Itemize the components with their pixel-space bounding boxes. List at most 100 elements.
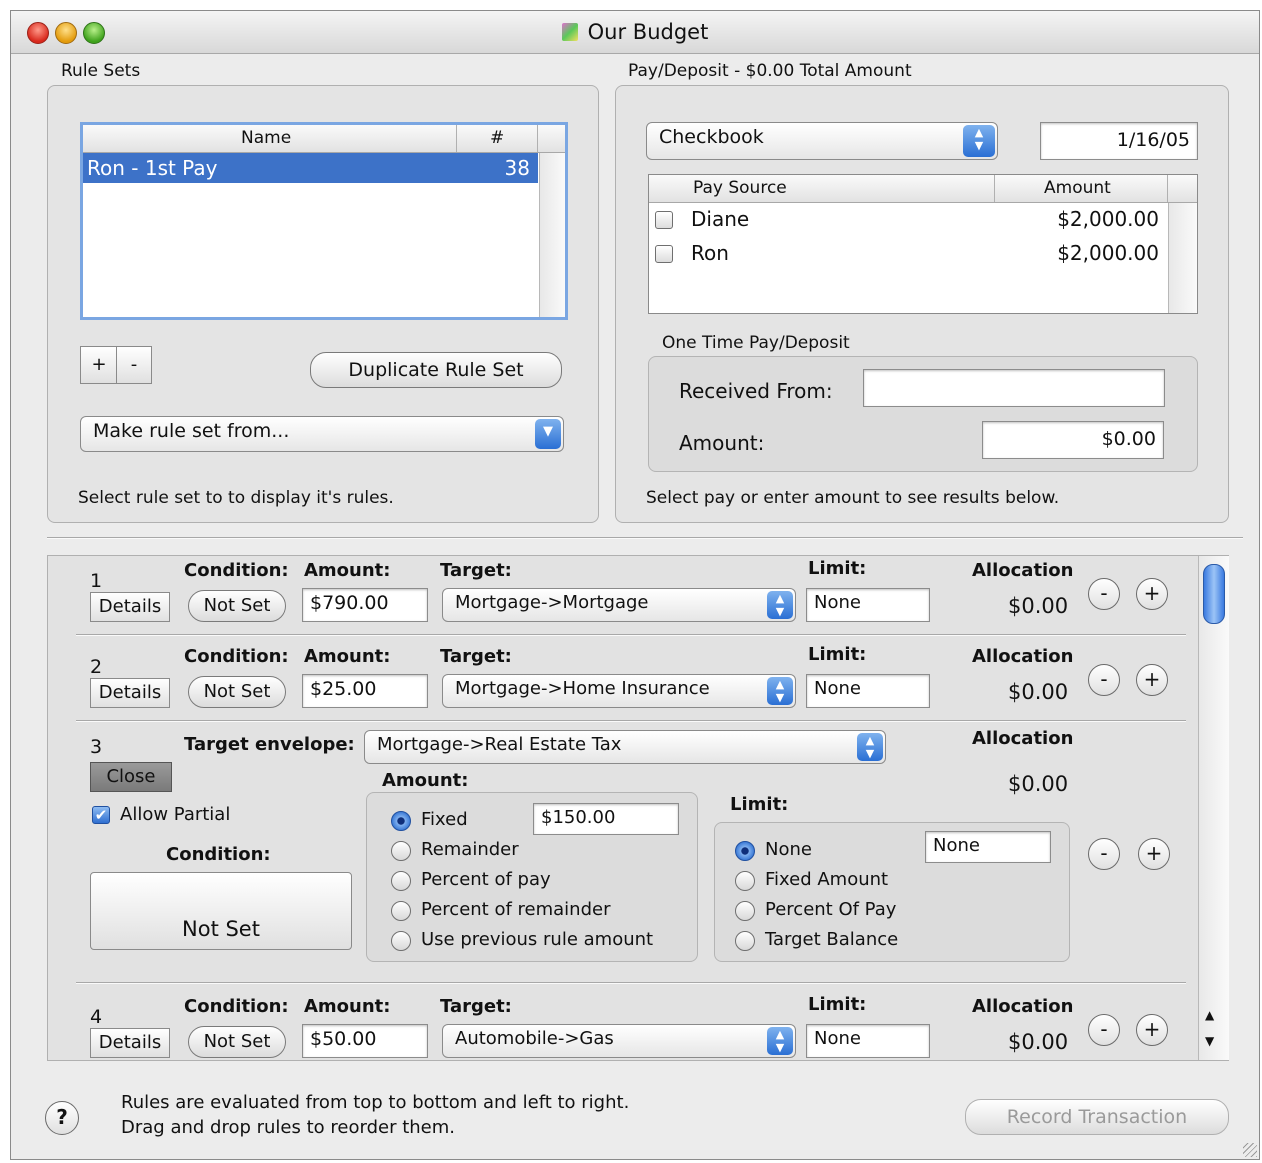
option-limit-none: None	[765, 839, 812, 860]
radio-percent-of-pay[interactable]	[391, 871, 411, 891]
target-value: Mortgage->Home Insurance	[455, 678, 710, 699]
radio-limit-target[interactable]	[735, 931, 755, 951]
remove-rule-button[interactable]: -	[1088, 838, 1120, 870]
details-button[interactable]: Details	[90, 678, 170, 708]
condition-button[interactable]: Not Set	[90, 872, 352, 950]
details-button[interactable]: Details	[90, 592, 170, 622]
limit-value-field[interactable]: None	[925, 831, 1051, 863]
pay-source-scrollbar[interactable]	[1168, 203, 1197, 313]
pay-source-row[interactable]: Diane $2,000.00	[649, 205, 1167, 235]
column-name[interactable]: Name	[241, 128, 291, 148]
column-amount[interactable]: Amount	[1044, 178, 1111, 198]
target-envelope-label: Target envelope:	[184, 734, 355, 755]
main-window: Our Budget Rule Sets Name # Ron - 1st Pa…	[10, 10, 1260, 1160]
divider	[47, 537, 1243, 539]
pay-source-checkbox[interactable]	[655, 211, 673, 229]
pay-deposit-hint: Select pay or enter amount to see result…	[646, 488, 1060, 508]
radio-percent-of-remainder[interactable]	[391, 901, 411, 921]
make-rule-set-from-value: Make rule set from...	[93, 420, 290, 442]
column-count[interactable]: #	[490, 128, 504, 148]
pay-source-row[interactable]: Ron $2,000.00	[649, 239, 1167, 269]
radio-fixed[interactable]	[391, 811, 411, 831]
help-button[interactable]: ?	[45, 1101, 79, 1135]
rule-row[interactable]: 2 Condition: Amount: Target: Limit: Allo…	[48, 642, 1198, 728]
radio-use-previous[interactable]	[391, 931, 411, 951]
option-limit-target: Target Balance	[765, 929, 899, 950]
add-rule-button[interactable]: +	[1136, 578, 1168, 610]
allocation-value: $0.00	[1008, 594, 1069, 618]
allocation-value: $0.00	[1008, 680, 1069, 704]
rule-sets-table[interactable]: Name # Ron - 1st Pay 38	[80, 122, 568, 320]
account-popup[interactable]: Checkbook ▲ ▼	[646, 122, 998, 160]
radio-limit-percent[interactable]	[735, 901, 755, 921]
limit-options-group: None None Fixed Amount Percent Of Pay Ta…	[714, 822, 1070, 962]
scroll-up-icon[interactable]: ▲	[1205, 1008, 1214, 1022]
add-rule-set-button[interactable]: +	[80, 346, 118, 384]
resize-grip-icon[interactable]	[1243, 1143, 1257, 1157]
condition-button[interactable]: Not Set	[188, 1026, 286, 1058]
amount-label: Amount:	[304, 646, 391, 667]
limit-label: Limit:	[808, 644, 867, 665]
remove-rule-button[interactable]: -	[1088, 578, 1120, 610]
record-transaction-button[interactable]: Record Transaction	[965, 1099, 1229, 1135]
remove-rule-button[interactable]: -	[1088, 664, 1120, 696]
target-envelope-popup[interactable]: Mortgage->Real Estate Tax ▲ ▼	[364, 730, 886, 764]
target-popup[interactable]: Mortgage->Mortgage ▲ ▼	[442, 588, 796, 622]
details-button[interactable]: Details	[90, 1028, 170, 1058]
pay-source-checkbox[interactable]	[655, 245, 673, 263]
one-time-amount-field[interactable]: $0.00	[982, 421, 1164, 459]
rule-set-row[interactable]: Ron - 1st Pay 38	[83, 153, 538, 183]
target-envelope-value: Mortgage->Real Estate Tax	[377, 734, 622, 755]
condition-button[interactable]: Not Set	[188, 590, 286, 622]
amount-field[interactable]: $25.00	[302, 674, 428, 708]
rule-row[interactable]: 1 Condition: Amount: Target: Limit: Allo…	[48, 556, 1198, 642]
target-popup[interactable]: Mortgage->Home Insurance ▲ ▼	[442, 674, 796, 708]
received-from-field[interactable]	[863, 369, 1165, 407]
rule-row[interactable]: 4 Condition: Amount: Target: Limit: Allo…	[48, 992, 1198, 1062]
option-limit-percent: Percent Of Pay	[765, 899, 897, 920]
add-rule-button[interactable]: +	[1138, 838, 1170, 870]
rule-sets-scrollbar[interactable]	[539, 153, 565, 317]
radio-limit-none[interactable]	[735, 841, 755, 861]
rule-number: 4	[90, 1006, 103, 1028]
amount-field[interactable]: $790.00	[302, 588, 428, 622]
pay-source-name: Diane	[691, 207, 750, 231]
popup-arrows-icon: ▲ ▼	[767, 1027, 793, 1055]
pay-source-table[interactable]: Pay Source Amount Diane $2,000.00 Ron $2…	[648, 174, 1198, 314]
pay-deposit-label: Pay/Deposit - $0.00 Total Amount	[628, 61, 912, 81]
condition-button[interactable]: Not Set	[188, 676, 286, 708]
target-value: Automobile->Gas	[455, 1028, 614, 1049]
add-rule-button[interactable]: +	[1136, 664, 1168, 696]
limit-field[interactable]: None	[806, 588, 930, 622]
rules-scrollbar[interactable]: ▲ ▼	[1198, 556, 1229, 1060]
close-button[interactable]: Close	[90, 762, 172, 792]
column-pay-source[interactable]: Pay Source	[693, 178, 787, 198]
duplicate-rule-set-button[interactable]: Duplicate Rule Set	[310, 352, 562, 388]
window-title-text: Our Budget	[587, 20, 709, 44]
footer-hint-line1: Rules are evaluated from top to bottom a…	[121, 1092, 630, 1113]
radio-limit-fixed[interactable]	[735, 871, 755, 891]
scrollbar-thumb[interactable]	[1203, 564, 1225, 624]
allow-partial-checkbox[interactable]: ✔	[92, 806, 110, 824]
condition-label: Condition:	[184, 996, 289, 1017]
make-rule-set-from-popup[interactable]: Make rule set from... ▼	[80, 416, 564, 452]
popup-arrows-icon: ▲ ▼	[857, 733, 883, 761]
add-rule-button[interactable]: +	[1136, 1014, 1168, 1046]
remove-rule-button[interactable]: -	[1088, 1014, 1120, 1046]
amount-label: Amount:	[304, 996, 391, 1017]
rule-sets-header: Name #	[83, 125, 565, 153]
limit-field[interactable]: None	[806, 1024, 930, 1058]
amount-field[interactable]: $50.00	[302, 1024, 428, 1058]
rule-divider	[76, 720, 1186, 722]
scroll-down-icon[interactable]: ▼	[1205, 1034, 1214, 1048]
target-popup[interactable]: Automobile->Gas ▲ ▼	[442, 1024, 796, 1058]
one-time-amount-label: Amount:	[679, 431, 765, 455]
limit-field[interactable]: None	[806, 674, 930, 708]
fixed-amount-field[interactable]: $150.00	[533, 803, 679, 835]
pay-source-amount: $2,000.00	[1057, 207, 1159, 231]
remove-rule-set-button[interactable]: -	[116, 346, 152, 384]
condition-label: Condition:	[184, 646, 289, 667]
account-value: Checkbook	[659, 126, 764, 148]
radio-remainder[interactable]	[391, 841, 411, 861]
date-field[interactable]: 1/16/05	[1040, 122, 1198, 160]
